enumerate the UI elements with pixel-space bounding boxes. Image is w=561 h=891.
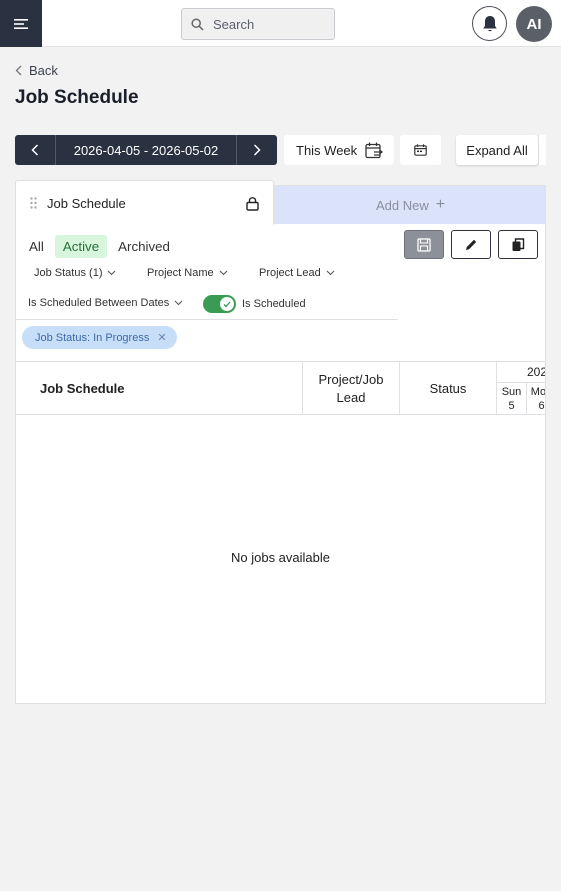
drag-handle-icon[interactable]	[30, 197, 37, 209]
chevron-down-icon	[326, 270, 335, 276]
menu-button[interactable]	[0, 0, 42, 47]
date-navigator: 2026-04-05 - 2026-05-02	[15, 135, 277, 165]
back-link[interactable]: Back	[15, 63, 58, 78]
filters-divider	[16, 319, 398, 320]
timeline-day-header: Mon 6	[527, 383, 545, 414]
column-header-job-schedule[interactable]: Job Schedule	[16, 362, 303, 414]
chevron-down-icon	[219, 270, 228, 276]
search-input[interactable]	[213, 16, 323, 32]
calendar-picker-button[interactable]	[400, 135, 441, 165]
search-icon	[191, 17, 204, 31]
column-header-project-lead[interactable]: Project/Job Lead	[303, 362, 400, 414]
project-name-filter-label: Project Name	[147, 267, 214, 279]
is-scheduled-toggle[interactable]	[203, 295, 236, 313]
active-filter-chip: Job Status: In Progress ✕	[22, 326, 177, 349]
expand-all-button[interactable]: Expand All	[456, 135, 538, 165]
schedule-card	[15, 185, 546, 704]
chevron-down-icon	[174, 300, 183, 306]
next-period-button[interactable]	[237, 135, 277, 165]
hamburger-icon	[14, 18, 28, 29]
lock-icon[interactable]	[246, 196, 259, 211]
chevron-down-icon	[108, 270, 116, 276]
filter-tab-archived[interactable]: Archived	[111, 235, 177, 258]
toggle-knob	[220, 297, 234, 311]
timeline-day-header: Sun 5	[497, 383, 527, 414]
notifications-button[interactable]	[472, 6, 507, 41]
collapse-all-button[interactable]	[538, 135, 546, 165]
active-filter-chip-label: Job Status: In Progress	[35, 331, 150, 344]
tab-label: Job Schedule	[47, 195, 126, 211]
column-header-status[interactable]: Status	[400, 362, 497, 414]
save-icon	[417, 237, 431, 252]
column-header-lead-line1: Project/Job	[318, 371, 384, 387]
table-header: Job Schedule Project/Job Lead Status 2026…	[16, 361, 545, 415]
back-label: Back	[29, 63, 58, 78]
this-week-label: This Week	[296, 142, 358, 158]
date-range-display[interactable]: 2026-04-05 - 2026-05-02	[55, 135, 237, 165]
save-view-button[interactable]	[404, 230, 444, 259]
edit-view-button[interactable]	[451, 230, 491, 259]
job-status-filter-label: Job Status (1)	[34, 267, 103, 279]
is-scheduled-filter: Is Scheduled	[203, 295, 306, 313]
day-number: 6	[538, 400, 545, 412]
tab-job-schedule[interactable]: Job Schedule	[15, 180, 274, 225]
chevron-left-icon	[15, 65, 22, 76]
search-box[interactable]	[181, 8, 335, 40]
status-filter-tabs: All Active Archived	[22, 235, 181, 258]
chevron-left-icon	[31, 144, 39, 156]
bell-icon	[482, 15, 497, 31]
is-scheduled-label: Is Scheduled	[242, 298, 306, 310]
project-lead-filter-label: Project Lead	[259, 267, 321, 279]
page-title: Job Schedule	[15, 87, 139, 108]
day-of-week: Mon	[530, 386, 545, 398]
pencil-icon	[466, 239, 477, 250]
user-avatar[interactable]: AI	[516, 6, 552, 42]
view-tabs: Job Schedule Add New +	[15, 180, 546, 225]
day-of-week: Sun	[501, 386, 522, 398]
previous-period-button[interactable]	[15, 135, 55, 165]
project-name-filter[interactable]: Project Name	[147, 267, 228, 279]
calendar-week-icon	[365, 142, 384, 158]
timeline-year-header: 2026	[497, 362, 545, 383]
add-new-tab[interactable]: Add New +	[274, 186, 546, 224]
top-bar: AI	[0, 0, 561, 47]
scheduled-between-filter-label: Is Scheduled Between Dates	[28, 297, 170, 309]
add-new-label: Add New	[375, 197, 429, 213]
plus-icon: +	[435, 196, 446, 213]
filter-tab-active[interactable]: Active	[54, 235, 108, 258]
project-lead-filter[interactable]: Project Lead	[259, 267, 335, 279]
column-header-lead-line2: Lead	[336, 389, 366, 405]
calendar-icon	[414, 144, 427, 156]
check-icon	[223, 301, 231, 307]
scheduled-between-filter[interactable]: Is Scheduled Between Dates	[28, 297, 183, 309]
day-number: 5	[508, 400, 515, 412]
filter-tab-all[interactable]: All	[22, 235, 51, 258]
chevron-right-icon	[253, 144, 261, 156]
this-week-button[interactable]: This Week	[284, 135, 394, 165]
empty-state-message: No jobs available	[230, 550, 330, 565]
copy-icon	[512, 237, 525, 251]
copy-view-button[interactable]	[498, 230, 538, 259]
remove-filter-icon[interactable]: ✕	[157, 331, 166, 344]
job-status-filter[interactable]: Job Status (1)	[34, 267, 116, 279]
